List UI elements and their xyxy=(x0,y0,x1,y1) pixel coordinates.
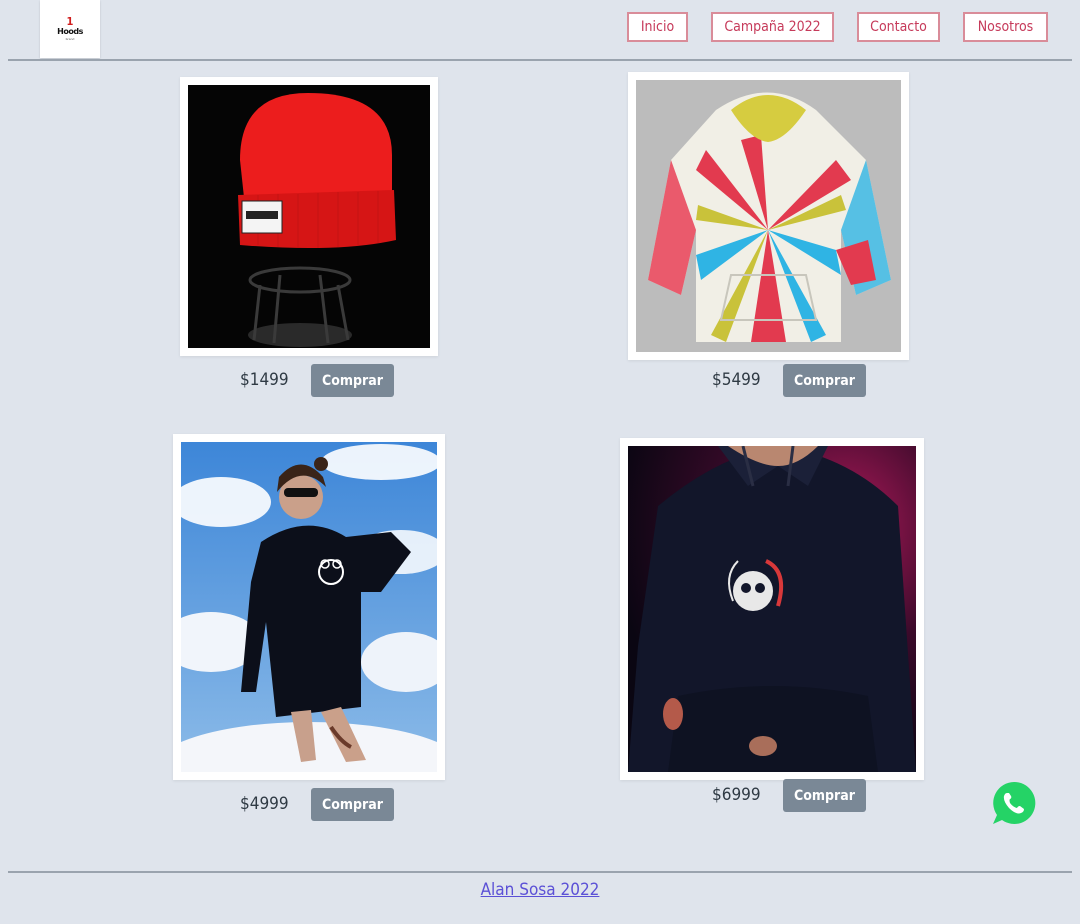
nav-contacto-button[interactable]: Contacto xyxy=(857,12,940,42)
product-image-tie-dye-hoodie[interactable] xyxy=(636,80,901,352)
footer-author-link[interactable]: Alan Sosa 2022 xyxy=(481,880,600,900)
nav-nosotros-button[interactable]: Nosotros xyxy=(963,12,1048,42)
header-divider xyxy=(8,59,1072,61)
whatsapp-icon[interactable] xyxy=(991,780,1037,826)
logo-tagline: brand xyxy=(65,37,75,41)
product-card-black-skull-hoodie xyxy=(620,438,924,780)
product-price-tie-dye-hoodie: $5499 xyxy=(712,370,761,390)
logo-word: Hoods xyxy=(57,27,83,36)
buy-button-black-bear-hoodie[interactable]: Comprar xyxy=(311,788,394,821)
footer: Alan Sosa 2022 xyxy=(0,880,1080,900)
nav-campana-2022-button[interactable]: Campaña 2022 xyxy=(711,12,834,42)
product-card-black-bear-hoodie xyxy=(173,434,445,780)
buy-button-red-beanie[interactable]: Comprar xyxy=(311,364,394,397)
product-card-tie-dye-hoodie xyxy=(628,72,909,360)
logo-number: 1 xyxy=(66,15,74,28)
product-image-black-bear-hoodie[interactable] xyxy=(181,442,437,772)
product-price-black-skull-hoodie: $6999 xyxy=(712,785,761,805)
nav-inicio-button[interactable]: Inicio xyxy=(627,12,688,42)
header: 1 Hoods brand Inicio Campaña 2022 Contac… xyxy=(0,0,1080,60)
product-price-black-bear-hoodie: $4999 xyxy=(240,794,289,814)
brand-logo[interactable]: 1 Hoods brand xyxy=(40,0,100,58)
product-price-red-beanie: $1499 xyxy=(240,370,289,390)
product-image-red-beanie[interactable] xyxy=(188,85,430,348)
buy-button-black-skull-hoodie[interactable]: Comprar xyxy=(783,779,866,812)
product-image-black-skull-hoodie[interactable] xyxy=(628,446,916,772)
product-card-red-beanie xyxy=(180,77,438,356)
buy-button-tie-dye-hoodie[interactable]: Comprar xyxy=(783,364,866,397)
footer-divider xyxy=(8,871,1072,873)
